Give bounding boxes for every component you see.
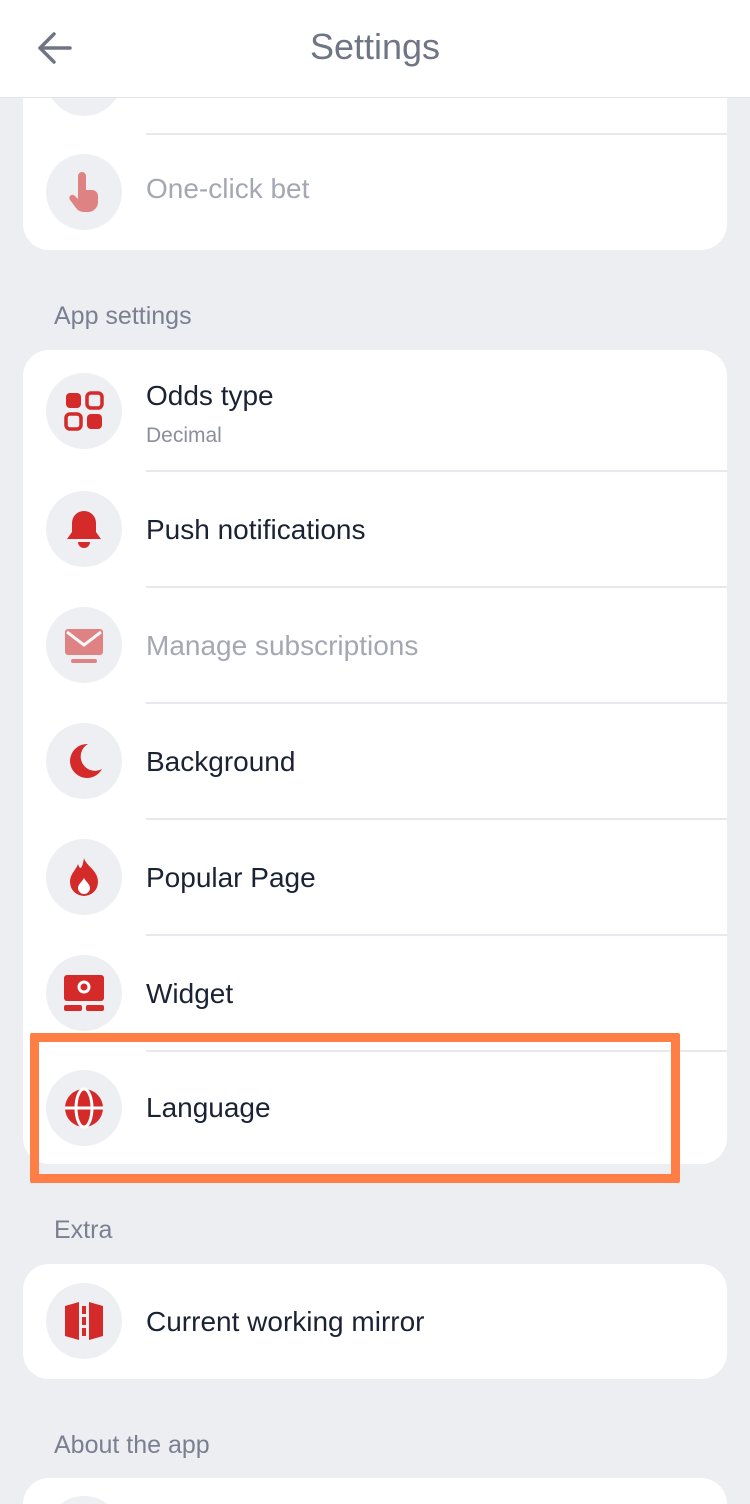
row-odds-type[interactable]: Odds type Decimal: [23, 350, 727, 472]
moon-icon: [70, 743, 102, 778]
widget-label: Widget: [146, 978, 234, 1009]
grid-icon: [64, 391, 104, 431]
one-click-bet-label: One-click bet: [146, 173, 310, 204]
mail-icon: [65, 629, 103, 663]
push-notifications-icon-circle: [46, 491, 122, 567]
header: Settings: [0, 0, 750, 98]
language-label: Language: [146, 1092, 271, 1123]
page-title: Settings: [309, 26, 441, 67]
flame-icon: [70, 858, 98, 896]
row-manage-subscriptions[interactable]: Manage subscriptions: [23, 588, 727, 702]
odds-type-icon-circle: [46, 373, 122, 449]
mirror-icon: [65, 1302, 103, 1340]
globe-icon: [65, 1087, 103, 1129]
current-working-mirror-label: Current working mirror: [146, 1306, 425, 1337]
row-one-click-bet[interactable]: One-click bet: [23, 135, 727, 250]
language-icon-circle: [46, 1070, 122, 1146]
row-background[interactable]: Background: [23, 704, 727, 818]
odds-type-label: Odds type: [146, 380, 274, 411]
mirror-icon-circle: [46, 1283, 122, 1359]
row-widget[interactable]: Widget: [23, 936, 727, 1050]
app-settings-card: Odds type Decimal Push notifications Man…: [23, 350, 727, 1164]
one-click-bet-icon-circle: [46, 154, 122, 230]
extra-card: Current working mirror: [23, 1264, 727, 1379]
background-icon-circle: [46, 723, 122, 799]
widget-icon-circle: [46, 955, 122, 1031]
section-title-about-the-app: About the app: [54, 1431, 210, 1459]
tap-finger-icon: [69, 172, 98, 212]
manage-subscriptions-label: Manage subscriptions: [146, 630, 419, 661]
odds-type-value: Decimal: [146, 424, 222, 447]
popular-page-label: Popular Page: [146, 862, 316, 893]
row-push-notifications[interactable]: Push notifications: [23, 472, 727, 586]
row-language[interactable]: Language: [23, 1052, 727, 1164]
row-current-working-mirror[interactable]: Current working mirror: [23, 1264, 727, 1379]
about-card: [23, 1478, 727, 1504]
push-notifications-label: Push notifications: [146, 514, 366, 545]
row-popular-page[interactable]: Popular Page: [23, 820, 727, 934]
widget-icon: [64, 975, 104, 1011]
section-title-app-settings: App settings: [54, 302, 192, 330]
background-label: Background: [146, 746, 296, 777]
popular-page-icon-circle: [46, 839, 122, 915]
bell-icon: [67, 511, 101, 548]
manage-subscriptions-icon-circle: [46, 607, 122, 683]
section-title-extra: Extra: [54, 1216, 113, 1244]
about-first-icon-circle: [46, 1496, 122, 1504]
